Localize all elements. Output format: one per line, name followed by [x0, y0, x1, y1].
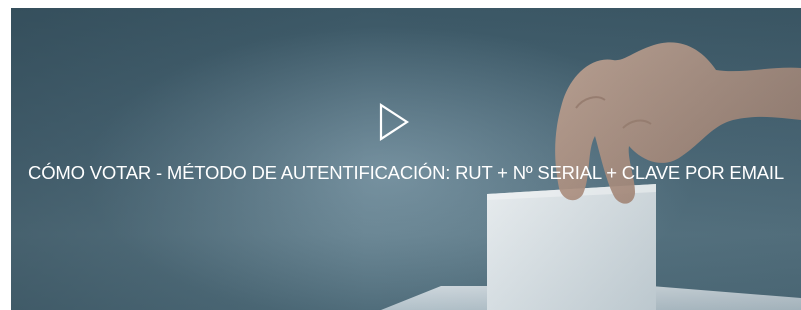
play-icon — [379, 102, 410, 142]
play-button[interactable] — [374, 100, 414, 144]
video-title: CÓMO VOTAR - MÉTODO DE AUTENTIFICACIÓN: … — [28, 162, 784, 183]
video-thumbnail[interactable]: CÓMO VOTAR - MÉTODO DE AUTENTIFICACIÓN: … — [11, 8, 801, 310]
